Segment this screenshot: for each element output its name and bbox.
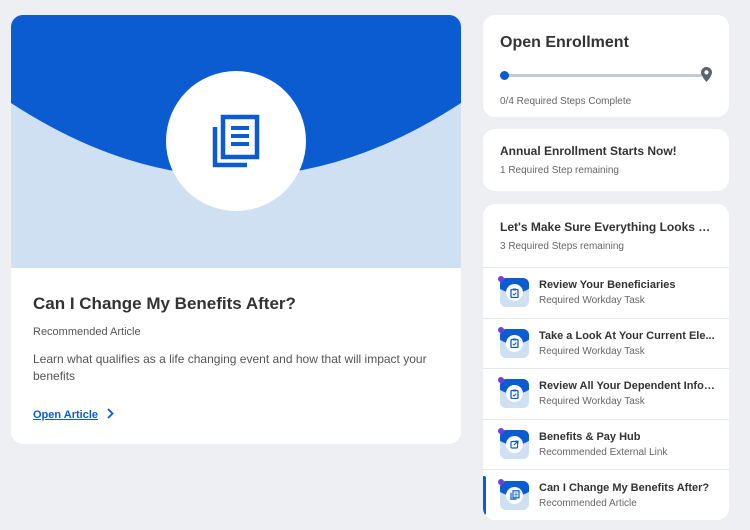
task-title: Benefits & Pay Hub xyxy=(539,430,641,443)
task-icon xyxy=(498,478,529,510)
new-indicator-dot xyxy=(498,326,504,333)
tasks-title: Let's Make Sure Everything Looks G... xyxy=(500,220,712,234)
task-subtitle: Recommended Article xyxy=(539,497,637,509)
clipboard-icon xyxy=(510,288,519,298)
external-link-icon xyxy=(510,440,519,449)
article-card: Can I Change My Benefits After? Recommen… xyxy=(11,15,461,444)
task-item-current-elections[interactable]: Take a Look At Your Current Ele... Requi… xyxy=(483,319,729,369)
article-title: Can I Change My Benefits After? xyxy=(33,294,296,313)
task-title: Review Your Beneficiaries xyxy=(539,279,676,292)
task-item-change-benefits-article[interactable]: Can I Change My Benefits After? Recommen… xyxy=(483,470,729,520)
task-icon xyxy=(498,427,529,459)
task-item-review-beneficiaries[interactable]: Review Your Beneficiaries Required Workd… xyxy=(483,268,729,319)
task-icon xyxy=(498,377,529,409)
annual-title: Annual Enrollment Starts Now! xyxy=(500,144,677,158)
enrollment-status: 0/4 Required Steps Complete xyxy=(500,96,632,107)
task-subtitle: Required Workday Task xyxy=(539,396,645,408)
new-indicator-dot xyxy=(498,427,504,434)
open-enrollment-card[interactable]: Open Enrollment 0/4 Required Steps Compl… xyxy=(483,15,729,117)
chevron-right-icon xyxy=(107,408,114,422)
documents-icon xyxy=(212,114,260,168)
task-item-dependent-info[interactable]: Review All Your Dependent Infor... Requi… xyxy=(483,369,729,420)
article-hero xyxy=(11,15,461,268)
clipboard-icon xyxy=(510,338,519,349)
clipboard-icon xyxy=(510,389,519,399)
progress-marker xyxy=(500,71,509,80)
enrollment-title: Open Enrollment xyxy=(500,34,629,51)
hero-icon-circle xyxy=(166,71,306,211)
annual-enrollment-card[interactable]: Annual Enrollment Starts Now! 1 Required… xyxy=(483,129,729,191)
task-icon xyxy=(498,326,529,358)
new-indicator-dot xyxy=(498,478,504,485)
tasks-card: Let's Make Sure Everything Looks G... 3 … xyxy=(483,204,729,520)
article-description: Learn what qualifies as a life changing … xyxy=(33,352,427,383)
task-title: Can I Change My Benefits After? xyxy=(539,481,710,494)
open-article-label: Open Article xyxy=(33,409,98,421)
open-article-link[interactable]: Open Article xyxy=(33,408,114,422)
progress-track xyxy=(503,74,702,77)
tasks-subtitle: 3 Required Steps remaining xyxy=(500,241,624,252)
task-icon xyxy=(498,276,529,308)
task-title: Review All Your Dependent Infor... xyxy=(539,380,715,393)
task-subtitle: Required Workday Task xyxy=(539,295,645,307)
task-item-benefits-pay-hub[interactable]: Benefits & Pay Hub Recommended External … xyxy=(483,420,729,470)
documents-icon xyxy=(509,490,520,501)
tasks-header[interactable]: Let's Make Sure Everything Looks G... 3 … xyxy=(483,204,729,268)
annual-subtitle: 1 Required Step remaining xyxy=(500,165,619,176)
article-type: Recommended Article xyxy=(33,326,141,338)
enrollment-progress xyxy=(500,67,712,83)
task-subtitle: Required Workday Task xyxy=(539,345,645,357)
task-subtitle: Recommended External Link xyxy=(539,446,668,458)
task-title: Take a Look At Your Current Ele... xyxy=(539,329,715,342)
location-pin-icon xyxy=(701,67,712,82)
